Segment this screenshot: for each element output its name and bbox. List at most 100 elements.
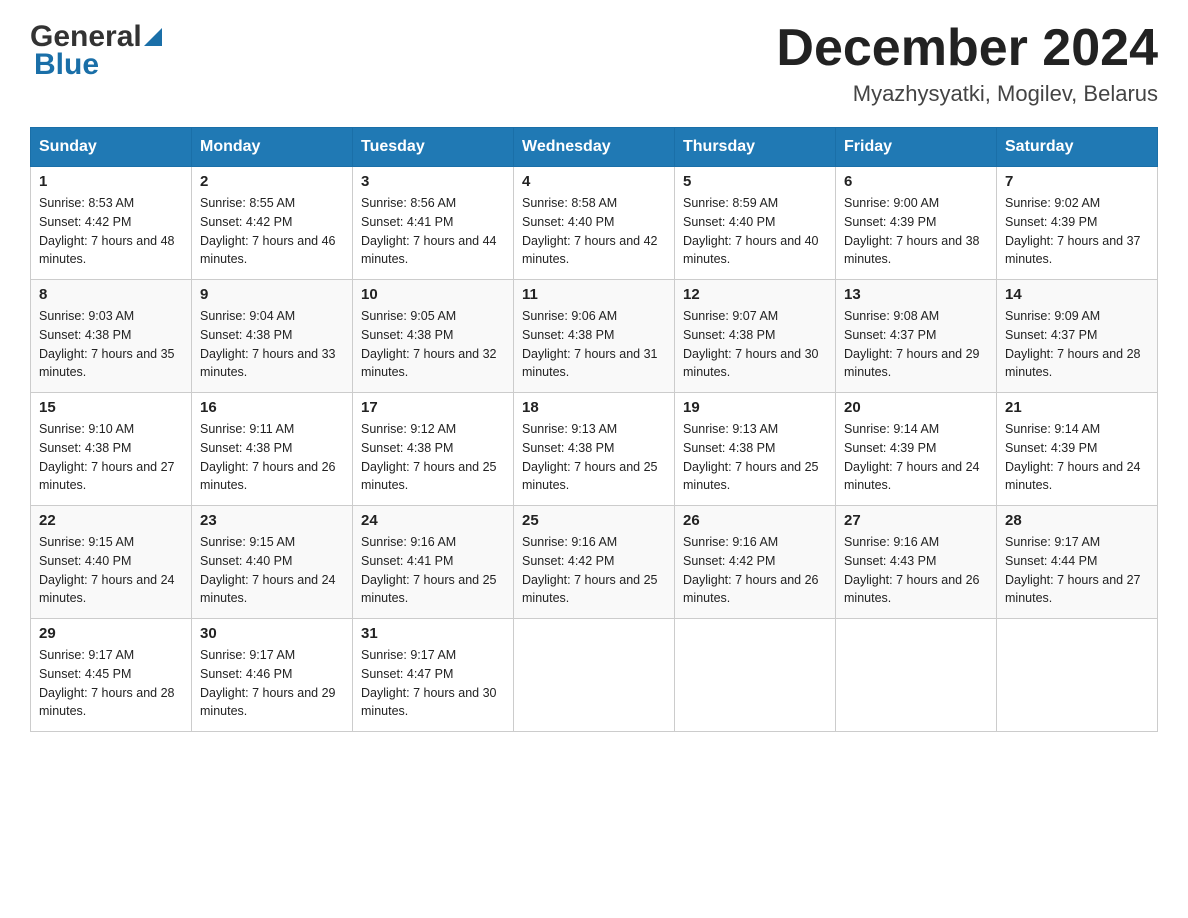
day-number: 13: [844, 286, 988, 303]
day-number: 1: [39, 173, 183, 190]
calendar-cell: 1 Sunrise: 8:53 AMSunset: 4:42 PMDaylight…: [31, 167, 192, 280]
day-info: Sunrise: 8:58 AMSunset: 4:40 PMDaylight:…: [522, 194, 666, 269]
location-title: Myazhysyatki, Mogilev, Belarus: [776, 81, 1158, 107]
day-number: 28: [1005, 512, 1149, 529]
day-info: Sunrise: 8:55 AMSunset: 4:42 PMDaylight:…: [200, 194, 344, 269]
day-info: Sunrise: 9:08 AMSunset: 4:37 PMDaylight:…: [844, 307, 988, 382]
title-section: December 2024 Myazhysyatki, Mogilev, Bel…: [776, 20, 1158, 107]
day-info: Sunrise: 9:10 AMSunset: 4:38 PMDaylight:…: [39, 420, 183, 495]
day-info: Sunrise: 9:13 AMSunset: 4:38 PMDaylight:…: [683, 420, 827, 495]
week-row-4: 22 Sunrise: 9:15 AMSunset: 4:40 PMDayligh…: [31, 506, 1158, 619]
day-number: 12: [683, 286, 827, 303]
calendar-cell: 16Sunrise: 9:11 AMSunset: 4:38 PMDayligh…: [192, 393, 353, 506]
calendar-cell: 24 Sunrise: 9:16 AMSunset: 4:41 PMDayligh…: [353, 506, 514, 619]
day-number: 6: [844, 173, 988, 190]
logo: General Blue: [30, 20, 164, 82]
calendar-cell: 26Sunrise: 9:16 AMSunset: 4:42 PMDayligh…: [675, 506, 836, 619]
day-info: Sunrise: 9:16 AMSunset: 4:43 PMDaylight:…: [844, 533, 988, 608]
day-number: 14: [1005, 286, 1149, 303]
weekday-header-thursday: Thursday: [675, 128, 836, 167]
day-info: Sunrise: 9:17 AMSunset: 4:46 PMDaylight:…: [200, 646, 344, 721]
weekday-header-wednesday: Wednesday: [514, 128, 675, 167]
calendar-cell: 23 Sunrise: 9:15 AMSunset: 4:40 PMDayligh…: [192, 506, 353, 619]
calendar-cell: 22Sunrise: 9:15 AMSunset: 4:40 PMDayligh…: [31, 506, 192, 619]
day-number: 19: [683, 399, 827, 416]
week-row-1: 1 Sunrise: 8:53 AMSunset: 4:42 PMDaylight…: [31, 167, 1158, 280]
weekday-header-tuesday: Tuesday: [353, 128, 514, 167]
day-info: Sunrise: 9:12 AMSunset: 4:38 PMDaylight:…: [361, 420, 505, 495]
calendar-table: SundayMondayTuesdayWednesdayThursdayFrid…: [30, 127, 1158, 732]
day-number: 29: [39, 625, 183, 642]
day-number: 30: [200, 625, 344, 642]
week-row-2: 8 Sunrise: 9:03 AMSunset: 4:38 PMDaylight…: [31, 280, 1158, 393]
day-info: Sunrise: 9:03 AMSunset: 4:38 PMDaylight:…: [39, 307, 183, 382]
day-number: 9: [200, 286, 344, 303]
day-info: Sunrise: 9:13 AMSunset: 4:38 PMDaylight:…: [522, 420, 666, 495]
calendar-cell: 18 Sunrise: 9:13 AMSunset: 4:38 PMDayligh…: [514, 393, 675, 506]
calendar-cell: [514, 619, 675, 732]
day-number: 26: [683, 512, 827, 529]
calendar-body: 1 Sunrise: 8:53 AMSunset: 4:42 PMDaylight…: [31, 167, 1158, 732]
day-info: Sunrise: 8:56 AMSunset: 4:41 PMDaylight:…: [361, 194, 505, 269]
day-info: Sunrise: 9:16 AMSunset: 4:42 PMDaylight:…: [522, 533, 666, 608]
day-info: Sunrise: 9:17 AMSunset: 4:44 PMDaylight:…: [1005, 533, 1149, 608]
calendar-cell: 13 Sunrise: 9:08 AMSunset: 4:37 PMDayligh…: [836, 280, 997, 393]
day-number: 20: [844, 399, 988, 416]
calendar-cell: 28 Sunrise: 9:17 AMSunset: 4:44 PMDayligh…: [997, 506, 1158, 619]
day-info: Sunrise: 9:14 AMSunset: 4:39 PMDaylight:…: [844, 420, 988, 495]
calendar-cell: 10 Sunrise: 9:05 AMSunset: 4:38 PMDayligh…: [353, 280, 514, 393]
calendar-cell: [997, 619, 1158, 732]
month-title: December 2024: [776, 20, 1158, 77]
calendar-cell: 3 Sunrise: 8:56 AMSunset: 4:41 PMDaylight…: [353, 167, 514, 280]
day-info: Sunrise: 8:59 AMSunset: 4:40 PMDaylight:…: [683, 194, 827, 269]
calendar-cell: 5 Sunrise: 8:59 AMSunset: 4:40 PMDaylight…: [675, 167, 836, 280]
day-info: Sunrise: 9:05 AMSunset: 4:38 PMDaylight:…: [361, 307, 505, 382]
day-number: 5: [683, 173, 827, 190]
week-row-3: 15 Sunrise: 9:10 AMSunset: 4:38 PMDayligh…: [31, 393, 1158, 506]
calendar-cell: 8 Sunrise: 9:03 AMSunset: 4:38 PMDaylight…: [31, 280, 192, 393]
calendar-cell: 15 Sunrise: 9:10 AMSunset: 4:38 PMDayligh…: [31, 393, 192, 506]
calendar-cell: 30 Sunrise: 9:17 AMSunset: 4:46 PMDayligh…: [192, 619, 353, 732]
calendar-cell: 20 Sunrise: 9:14 AMSunset: 4:39 PMDayligh…: [836, 393, 997, 506]
day-info: Sunrise: 9:16 AMSunset: 4:41 PMDaylight:…: [361, 533, 505, 608]
day-info: Sunrise: 9:17 AMSunset: 4:47 PMDaylight:…: [361, 646, 505, 721]
day-number: 31: [361, 625, 505, 642]
day-info: Sunrise: 8:53 AMSunset: 4:42 PMDaylight:…: [39, 194, 183, 269]
day-info: Sunrise: 9:04 AMSunset: 4:38 PMDaylight:…: [200, 307, 344, 382]
day-number: 11: [522, 286, 666, 303]
weekday-header-monday: Monday: [192, 128, 353, 167]
day-info: Sunrise: 9:02 AMSunset: 4:39 PMDaylight:…: [1005, 194, 1149, 269]
day-info: Sunrise: 9:09 AMSunset: 4:37 PMDaylight:…: [1005, 307, 1149, 382]
day-info: Sunrise: 9:17 AMSunset: 4:45 PMDaylight:…: [39, 646, 183, 721]
calendar-cell: 6Sunrise: 9:00 AMSunset: 4:39 PMDaylight…: [836, 167, 997, 280]
calendar-cell: [675, 619, 836, 732]
day-info: Sunrise: 9:07 AMSunset: 4:38 PMDaylight:…: [683, 307, 827, 382]
day-number: 25: [522, 512, 666, 529]
calendar-cell: 9 Sunrise: 9:04 AMSunset: 4:38 PMDaylight…: [192, 280, 353, 393]
calendar-cell: 17Sunrise: 9:12 AMSunset: 4:38 PMDayligh…: [353, 393, 514, 506]
day-number: 2: [200, 173, 344, 190]
day-number: 8: [39, 286, 183, 303]
weekday-header-row: SundayMondayTuesdayWednesdayThursdayFrid…: [31, 128, 1158, 167]
day-info: Sunrise: 9:14 AMSunset: 4:39 PMDaylight:…: [1005, 420, 1149, 495]
day-number: 10: [361, 286, 505, 303]
calendar-cell: 12 Sunrise: 9:07 AMSunset: 4:38 PMDayligh…: [675, 280, 836, 393]
calendar-cell: 31 Sunrise: 9:17 AMSunset: 4:47 PMDayligh…: [353, 619, 514, 732]
day-number: 15: [39, 399, 183, 416]
day-number: 16: [200, 399, 344, 416]
day-info: Sunrise: 9:15 AMSunset: 4:40 PMDaylight:…: [200, 533, 344, 608]
weekday-header-saturday: Saturday: [997, 128, 1158, 167]
calendar-cell: 2 Sunrise: 8:55 AMSunset: 4:42 PMDaylight…: [192, 167, 353, 280]
calendar-cell: 19 Sunrise: 9:13 AMSunset: 4:38 PMDayligh…: [675, 393, 836, 506]
day-number: 23: [200, 512, 344, 529]
logo-blue-text: Blue: [30, 48, 164, 82]
calendar-cell: 25 Sunrise: 9:16 AMSunset: 4:42 PMDayligh…: [514, 506, 675, 619]
weekday-header-friday: Friday: [836, 128, 997, 167]
day-number: 24: [361, 512, 505, 529]
day-number: 22: [39, 512, 183, 529]
day-info: Sunrise: 9:06 AMSunset: 4:38 PMDaylight:…: [522, 307, 666, 382]
day-number: 18: [522, 399, 666, 416]
calendar-cell: [836, 619, 997, 732]
day-number: 3: [361, 173, 505, 190]
logo-triangle-icon: [144, 28, 162, 46]
